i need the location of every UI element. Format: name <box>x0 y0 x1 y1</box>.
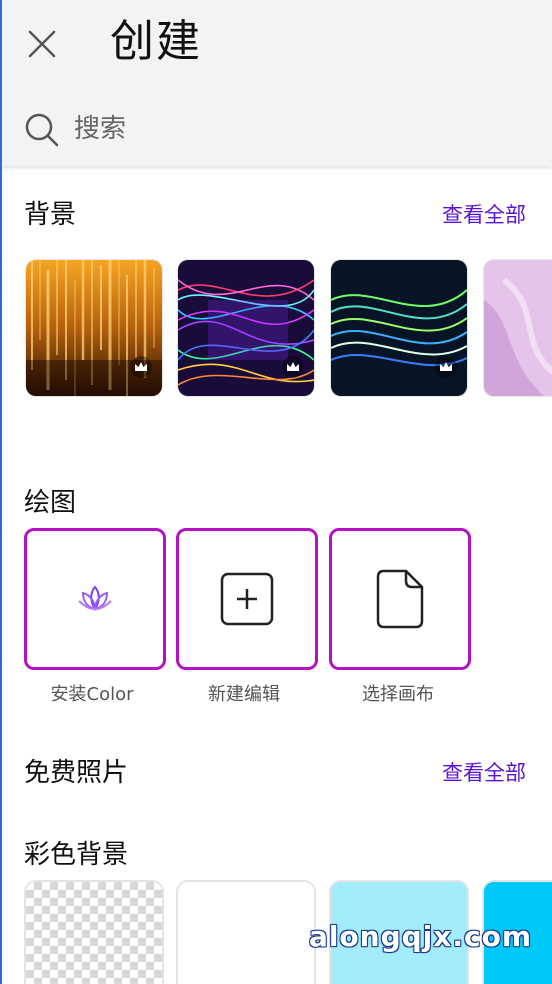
section-title-free-photos: 免费照片 <box>24 758 129 788</box>
close-button[interactable] <box>22 24 62 64</box>
see-all-backgrounds-link[interactable]: 查看全部 <box>442 198 526 232</box>
watermark-text: alongqjx.com <box>308 920 532 953</box>
install-color-label: 安装Color <box>50 684 134 705</box>
background-thumbnail[interactable] <box>178 260 314 396</box>
select-canvas-card[interactable] <box>329 528 471 670</box>
page-title: 创建 <box>110 16 202 67</box>
see-all-free-photos-link[interactable]: 查看全部 <box>442 756 526 790</box>
search-input[interactable] <box>72 108 516 150</box>
select-canvas-label: 选择画布 <box>362 684 434 705</box>
lotus-icon <box>78 585 112 611</box>
background-thumbnail[interactable] <box>331 260 467 396</box>
new-edit-card[interactable] <box>176 528 318 670</box>
section-title-color-backgrounds: 彩色背景 <box>24 840 129 870</box>
document-icon <box>376 569 424 629</box>
pink-pastel-image <box>484 260 552 396</box>
install-color-card[interactable] <box>24 528 166 670</box>
create-screen: 创建 背景 查看全部 <box>0 0 552 984</box>
search-icon <box>25 113 59 147</box>
search-bar[interactable] <box>0 98 552 162</box>
section-title-backgrounds: 背景 <box>24 200 77 230</box>
section-title-draw: 绘图 <box>24 488 77 518</box>
premium-crown-icon <box>130 356 152 378</box>
new-edit-label: 新建编辑 <box>208 684 280 705</box>
header: 创建 <box>0 0 552 166</box>
color-tile-transparent[interactable] <box>26 882 162 984</box>
close-icon[interactable] <box>22 24 62 64</box>
backgrounds-carousel[interactable] <box>0 254 552 404</box>
window-edge <box>0 0 2 984</box>
premium-crown-icon <box>282 356 304 378</box>
background-thumbnail[interactable] <box>484 260 552 396</box>
premium-crown-icon <box>435 356 457 378</box>
color-tile-white[interactable] <box>178 882 314 984</box>
plus-square-icon <box>220 572 274 626</box>
background-thumbnail[interactable] <box>26 260 162 396</box>
